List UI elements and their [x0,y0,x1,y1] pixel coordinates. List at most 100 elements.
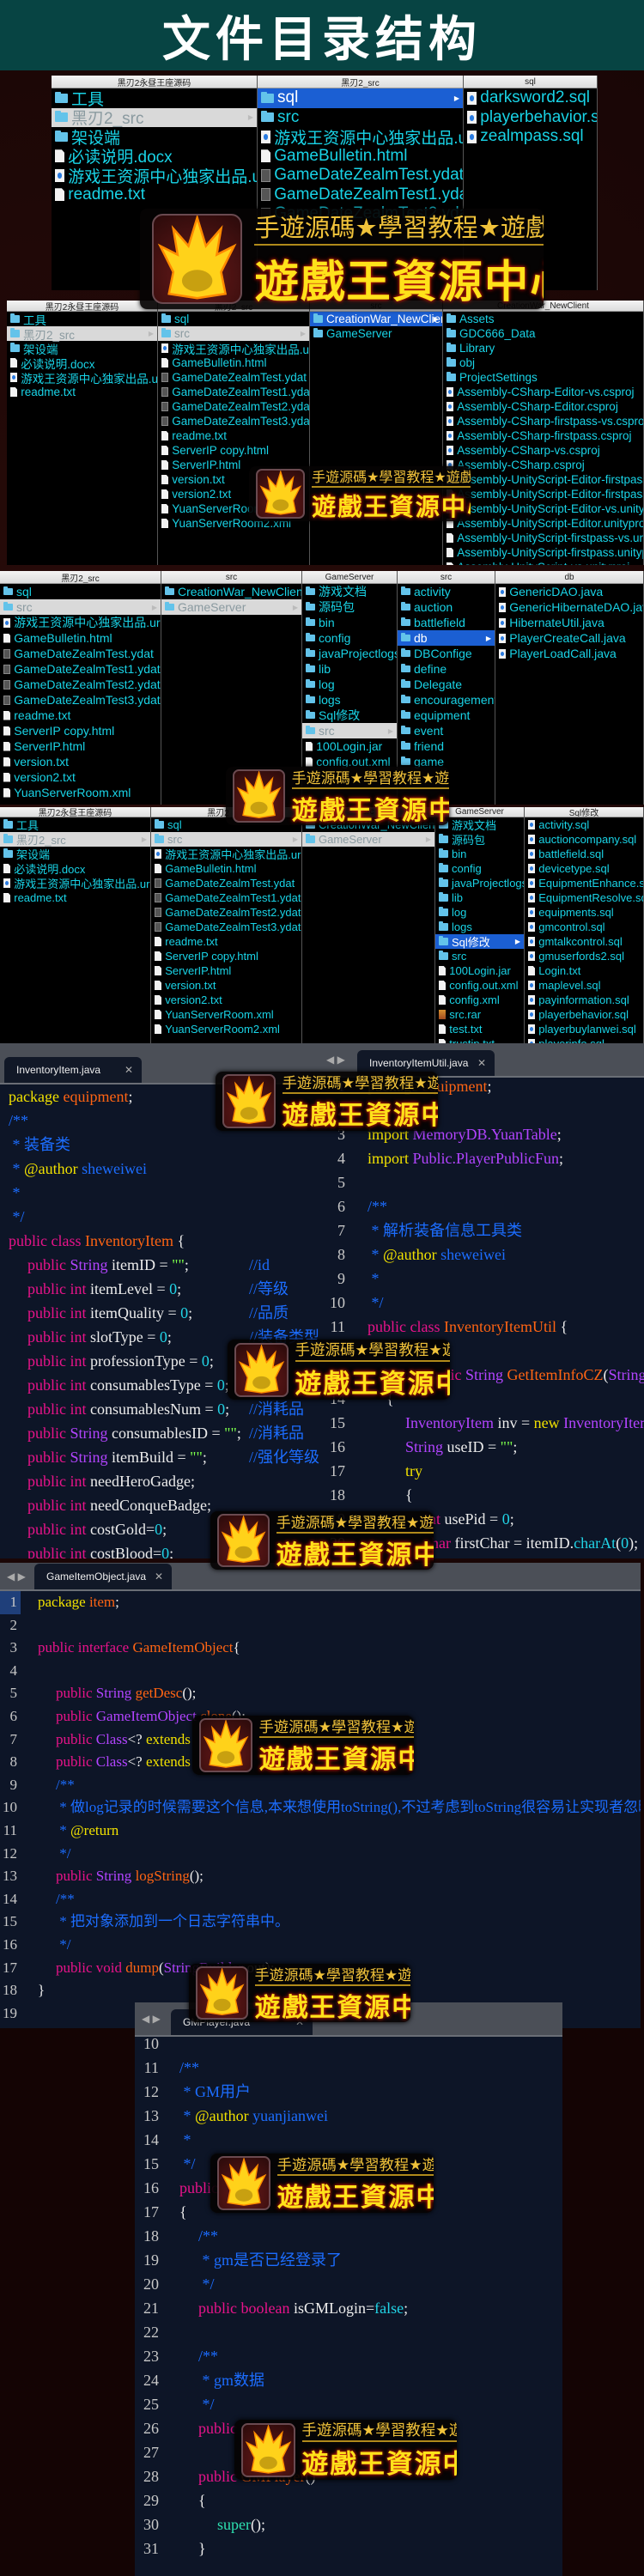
file-item[interactable]: 必读说明.docx [52,147,257,167]
file-item[interactable]: playerbehavior.sql [525,1007,643,1022]
file-item[interactable]: GameDateZealmTest2.ydat [158,399,309,414]
file-item[interactable]: 工具 [0,817,150,832]
code-body[interactable]: 1package equipment;23import MemoryDB.Yua… [319,1074,644,1555]
file-item[interactable]: 游戏王资源中心独家出品.url [158,341,309,356]
file-item[interactable]: readme.txt [52,185,257,205]
file-item[interactable]: friend [398,738,495,754]
file-item[interactable]: 游戏文档 [302,584,397,599]
file-item[interactable]: Assembly-UnityScript-Editor-firstpass-vs… [443,472,643,487]
editor-tab[interactable]: GameItemObject.java ✕ [34,1564,172,1589]
file-item[interactable]: log [302,677,397,692]
file-item[interactable]: GameDateZealmTest1.ydat [151,890,301,905]
file-item[interactable]: encouragement [398,692,495,708]
nav-arrows-icon[interactable]: ◀ ▶ [142,2013,161,2025]
file-item[interactable]: PlayerLoadCall.java [495,646,643,661]
file-item[interactable]: trustip.txt [435,1036,524,1043]
file-item[interactable]: GameDateZealmTest3.ydat [158,414,309,428]
file-item[interactable]: event [398,723,495,738]
file-item[interactable]: 必读说明.docx [7,355,157,371]
file-item[interactable]: gmcontrol.sql [525,920,643,934]
file-item[interactable]: Assembly-CSharp-firstpass.csproj [443,428,643,443]
file-item[interactable]: YuanServerRoom.xml [0,785,161,800]
file-item[interactable]: 游戏王资源中心独家出品.url [151,847,301,861]
file-item[interactable]: playerbehavior.sql [464,108,597,128]
file-item[interactable]: equipments.sql [525,905,643,920]
file-item[interactable]: 游戏王资源中心独家出品.url [258,127,463,148]
file-item[interactable]: config.out.xml [435,978,524,993]
file-item[interactable]: ServerIP.html [0,738,161,754]
file-item[interactable]: Assembly-CSharp-firstpass-vs.csproj [443,414,643,428]
file-item[interactable]: Assembly-CSharp-vs.csproj [443,443,643,458]
file-item[interactable]: GameDateZealmTest1.ydat [258,185,463,205]
file-item[interactable]: bin [435,847,524,861]
file-item[interactable]: readme.txt [158,428,309,443]
file-item[interactable]: Assembly-CSharp.csproj [443,458,643,472]
file-item[interactable]: equipment [398,708,495,723]
file-item[interactable]: 源码包 [435,832,524,847]
file-item[interactable]: DBConfige [398,646,495,661]
file-item[interactable]: activity [398,584,495,599]
file-item[interactable]: 100Login.jar [302,738,397,754]
file-item[interactable]: 游戏王资源中心独家出品.url [52,166,257,186]
file-item[interactable]: lib [435,890,524,905]
file-item[interactable]: sql [158,312,309,326]
file-item[interactable]: darksword2.sql [464,88,597,108]
file-item[interactable]: Delegate [398,677,495,692]
file-item[interactable]: Assembly-UnityScript-firstpass.unityproj [443,545,643,560]
file-item[interactable]: 工具 [52,88,257,109]
file-item[interactable]: gmtalkcontrol.sql [525,934,643,949]
file-item[interactable]: Sql修改 ▶ [435,934,524,949]
file-item[interactable]: obj [443,355,643,370]
file-item[interactable]: readme.txt [151,934,301,949]
file-item[interactable]: src ▶ [151,832,301,847]
file-item[interactable]: GameBulletin.html [258,147,463,167]
file-item[interactable]: GameBulletin.html [158,355,309,370]
file-item[interactable]: GenericDAO.java [495,584,643,599]
file-item[interactable]: javaProjectlogs [435,876,524,890]
file-item[interactable]: Assembly-UnityScript-Editor-vs.unityproj [443,501,643,516]
file-item[interactable]: Library [443,341,643,355]
file-item[interactable]: devicetype.sql [525,861,643,876]
file-item[interactable]: GenericHibernateDAO.java [495,599,643,615]
file-item[interactable]: log [435,905,524,920]
file-item[interactable]: 必读说明.docx [0,861,150,876]
file-item[interactable]: YuanServerRoom2.xml [151,1022,301,1036]
file-item[interactable]: GameBulletin.html [0,630,161,646]
close-tab-icon[interactable]: ✕ [477,1057,486,1069]
file-item[interactable]: config [302,630,397,646]
file-item[interactable]: 架设端 [7,341,157,356]
file-item[interactable]: sql [0,584,161,599]
file-item[interactable]: version2.txt [151,993,301,1007]
file-item[interactable]: ProjectSettings [443,370,643,385]
file-item[interactable]: ServerIP.html [151,963,301,978]
file-item[interactable]: logs [435,920,524,934]
file-item[interactable]: GameServer [310,326,442,341]
file-item[interactable]: Assembly-CSharp-Editor.csproj [443,399,643,414]
file-item[interactable]: version.txt [0,754,161,769]
file-item[interactable]: 架设端 [0,847,150,861]
nav-arrows-icon[interactable]: ◀ ▶ [7,1571,26,1583]
file-item[interactable]: GameServer ▶ [302,832,434,847]
file-item[interactable]: 游戏王资源中心独家出品.url [0,876,150,890]
file-item[interactable]: src.rar [435,1007,524,1022]
file-item[interactable]: readme.txt [0,708,161,723]
file-item[interactable]: zealmpass.sql [464,127,597,147]
file-item[interactable]: ServerIP copy.html [151,949,301,963]
file-item[interactable]: 游戏王资源中心独家出品.url [0,615,161,630]
file-item[interactable]: GameDateZealmTest1.ydat [0,661,161,677]
file-item[interactable]: GameDateZealmTest2.ydat [151,905,301,920]
file-item[interactable]: ServerIP copy.html [0,723,161,738]
editor-tab[interactable]: InventoryItem.java ✕ [4,1057,142,1083]
file-item[interactable]: test.txt [435,1022,524,1036]
file-item[interactable]: 源码包 [302,599,397,615]
file-item[interactable]: GameDateZealmTest.ydat [151,876,301,890]
file-item[interactable]: src ▶ [0,599,161,615]
file-item[interactable]: Assembly-UnityScript-Editor-firstpass.un… [443,487,643,501]
file-item[interactable]: logs [302,692,397,708]
file-item[interactable]: db ▶ [398,630,495,646]
file-item[interactable]: battlefield.sql [525,847,643,861]
file-item[interactable]: playerinfo.sql [525,1036,643,1043]
file-item[interactable]: gmuserfords2.sql [525,949,643,963]
close-tab-icon[interactable]: ✕ [155,1571,163,1583]
file-item[interactable]: config [435,861,524,876]
